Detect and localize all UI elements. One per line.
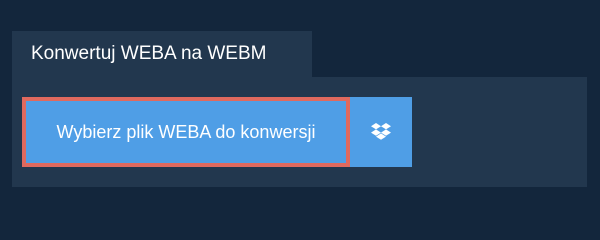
dropbox-icon [371, 123, 391, 141]
choose-file-label: Wybierz plik WEBA do konwersji [56, 121, 316, 142]
tab-title: Konwertuj WEBA na WEBM [31, 43, 267, 64]
converter-tab: Konwertuj WEBA na WEBM [12, 31, 312, 77]
dropbox-button[interactable] [350, 97, 412, 167]
choose-file-button[interactable]: Wybierz plik WEBA do konwersji [22, 97, 350, 167]
